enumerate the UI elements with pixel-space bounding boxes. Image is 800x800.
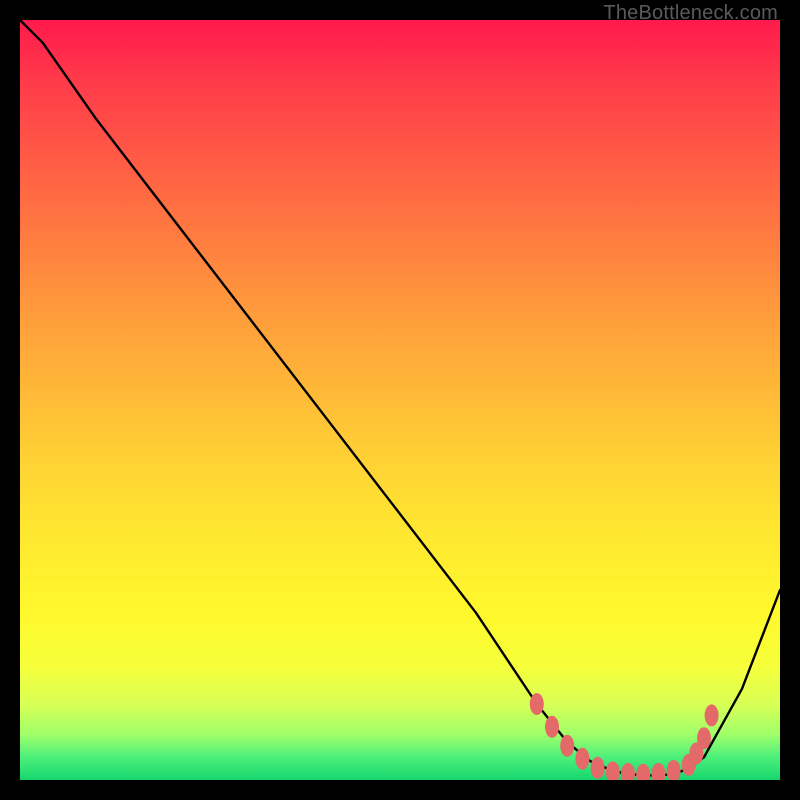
chart-svg [20,20,780,780]
sweet-spot-marker [667,760,681,780]
sweet-spot-marker [621,763,635,780]
sweet-spot-markers [530,693,719,780]
sweet-spot-marker [651,763,665,780]
sweet-spot-marker [530,693,544,715]
sweet-spot-marker [705,704,719,726]
sweet-spot-marker [560,735,574,757]
sweet-spot-marker [697,727,711,749]
plot-area [20,20,780,780]
sweet-spot-marker [636,764,650,780]
sweet-spot-marker [591,757,605,779]
bottleneck-curve [20,20,780,775]
chart-container: TheBottleneck.com [0,0,800,800]
sweet-spot-marker [545,716,559,738]
sweet-spot-marker [606,761,620,780]
sweet-spot-marker [575,748,589,770]
